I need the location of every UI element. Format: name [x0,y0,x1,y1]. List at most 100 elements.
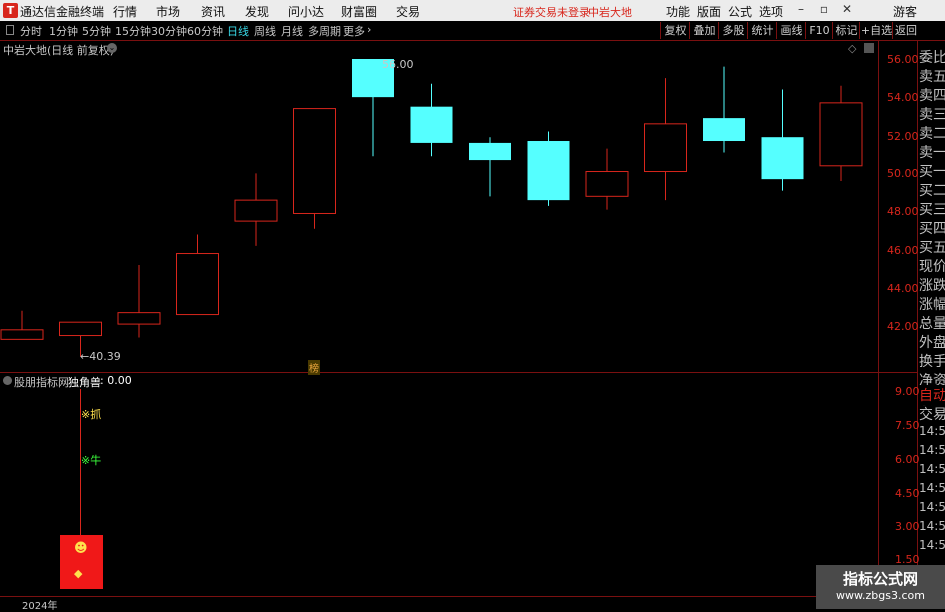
sidebar-item-sell3[interactable]: 卖三 [919,104,945,124]
candle-body [761,137,804,180]
price-tick: 50.00 [887,167,919,180]
sidebar-item-buy5[interactable]: 买五 [919,237,945,257]
close-icon[interactable]: ✕ [838,2,856,18]
candle [644,78,687,201]
candle-body [293,108,336,214]
sidebar-item-change[interactable]: 涨跌 [919,275,945,295]
period-intraday[interactable]: 分时 [20,23,42,39]
sidebar-item-outer[interactable]: 外盘 [919,332,945,352]
sidebar-item-turnover[interactable]: 换手 [919,351,945,371]
low-price-label: ←40.39 [80,350,121,363]
menu-trade[interactable]: 交易 [396,3,420,20]
sidebar-item-buy4[interactable]: 买四 [919,218,945,238]
user-label[interactable]: 游客 [893,3,917,20]
period-15min[interactable]: 15分钟 [115,23,151,39]
chevron-right-icon[interactable]: › [367,23,371,36]
candle [410,83,453,157]
trade-time: 14:56 [919,462,945,476]
menu-market[interactable]: 市场 [156,3,180,20]
sidebar-item-sell4[interactable]: 卖四 [919,85,945,105]
app-logo-icon: T [3,3,18,18]
toolbar-overlay[interactable]: 叠加 [689,22,719,39]
diamond-gem-icon: ◆ [74,567,83,580]
site-watermark: 指标公式网 www.zbgs3.com [816,565,945,609]
candle [352,59,394,157]
period-more[interactable]: 更多 [343,23,365,39]
high-price-label: 56.00 [382,58,414,71]
toolbar-add-watchlist[interactable]: +自选 [859,22,893,39]
collapse-icon[interactable] [6,25,14,35]
trade-time: 14:56 [919,424,945,438]
menu-options[interactable]: 选项 [759,3,783,20]
toolbar-multi-stock[interactable]: 多股 [718,22,748,39]
trade-time: 14:56 [919,500,945,514]
sidebar-item-buy2[interactable]: 买二 [919,180,945,200]
period-multi[interactable]: 多周期 [308,23,341,39]
candle-body [59,321,102,337]
menu-formula[interactable]: 公式 [728,3,752,20]
candlestick-chart [0,59,863,357]
menu-ask[interactable]: 问小达 [288,3,324,20]
price-tick: 54.00 [887,91,919,104]
sidebar-item-change-pct[interactable]: 涨幅 [919,294,945,314]
candle [0,310,44,340]
indicator-tick: 6.00 [895,453,920,466]
app-name: 通达信金融终端 [20,5,105,19]
toolbar-draw[interactable]: 画线 [776,22,806,39]
sidebar-item-price[interactable]: 现价 [919,256,945,276]
trade-time: 14:56 [919,443,945,457]
menu-news[interactable]: 资讯 [201,3,225,20]
candle [117,264,161,338]
title-bar: T 通达信金融终端 行情 市场 资讯 发现 问小达 财富圈 交易 证券交易未登录… [0,0,945,21]
price-tick: 42.00 [887,320,919,333]
period-daily[interactable]: 日线 [227,23,249,39]
signal-grab: ※抓 [81,408,102,421]
candle [819,85,863,182]
indicator-chart [80,389,81,535]
sidebar-item-weibi[interactable]: 委比 [919,47,945,67]
toolbar-stats[interactable]: 统计 [747,22,777,39]
minimize-icon[interactable]: – [792,2,810,18]
indicator-tick: 4.50 [895,487,920,500]
toolbar-back[interactable]: 返回 [892,22,919,39]
sidebar-item-buy3[interactable]: 买三 [919,199,945,219]
period-weekly[interactable]: 周线 [254,23,276,39]
period-1min[interactable]: 1分钟 [49,23,78,39]
candle [703,66,745,153]
toolbar-mark[interactable]: 标记 [832,22,860,39]
menu-wealth-circle[interactable]: 财富圈 [341,3,377,20]
price-tick: 46.00 [887,244,919,257]
sidebar-item-sell1[interactable]: 卖一 [919,142,945,162]
price-tick: 56.00 [887,53,919,66]
candle-body [0,329,44,340]
price-tick: 48.00 [887,205,919,218]
sidebar-auto[interactable]: 自动 [919,385,945,405]
price-axis-divider [878,41,879,609]
toolbar-f10[interactable]: F10 [805,22,833,39]
period-60min[interactable]: 60分钟 [187,23,223,39]
menu-function[interactable]: 功能 [666,3,690,20]
current-stock-label: 中岩大地 [588,6,632,19]
period-monthly[interactable]: 月线 [281,23,303,39]
menu-discover[interactable]: 发现 [245,3,269,20]
price-tick: 52.00 [887,130,919,143]
login-warning[interactable]: 证券交易未登录 [513,4,590,20]
indicator-tick: 3.00 [895,520,920,533]
candle-body [234,199,278,222]
sidebar-item-volume[interactable]: 总量 [919,313,945,333]
date-label: 2024年 [22,601,58,612]
sidebar-item-sell5[interactable]: 卖五 [919,66,945,86]
toolbar-adjust[interactable]: 复权 [660,22,690,39]
menu-layout[interactable]: 版面 [697,3,721,20]
sidebar-trade[interactable]: 交易 [919,404,945,424]
candle-body [117,312,161,325]
candle [469,137,511,197]
candle-body [585,171,629,197]
period-5min[interactable]: 5分钟 [82,23,111,39]
sidebar-item-buy1[interactable]: 买一 [919,161,945,181]
restore-icon[interactable]: ▫ [815,2,833,18]
candle-body [819,102,863,167]
menu-quotes[interactable]: 行情 [113,3,137,20]
sidebar-item-sell2[interactable]: 卖二 [919,123,945,143]
period-30min[interactable]: 30分钟 [151,23,187,39]
